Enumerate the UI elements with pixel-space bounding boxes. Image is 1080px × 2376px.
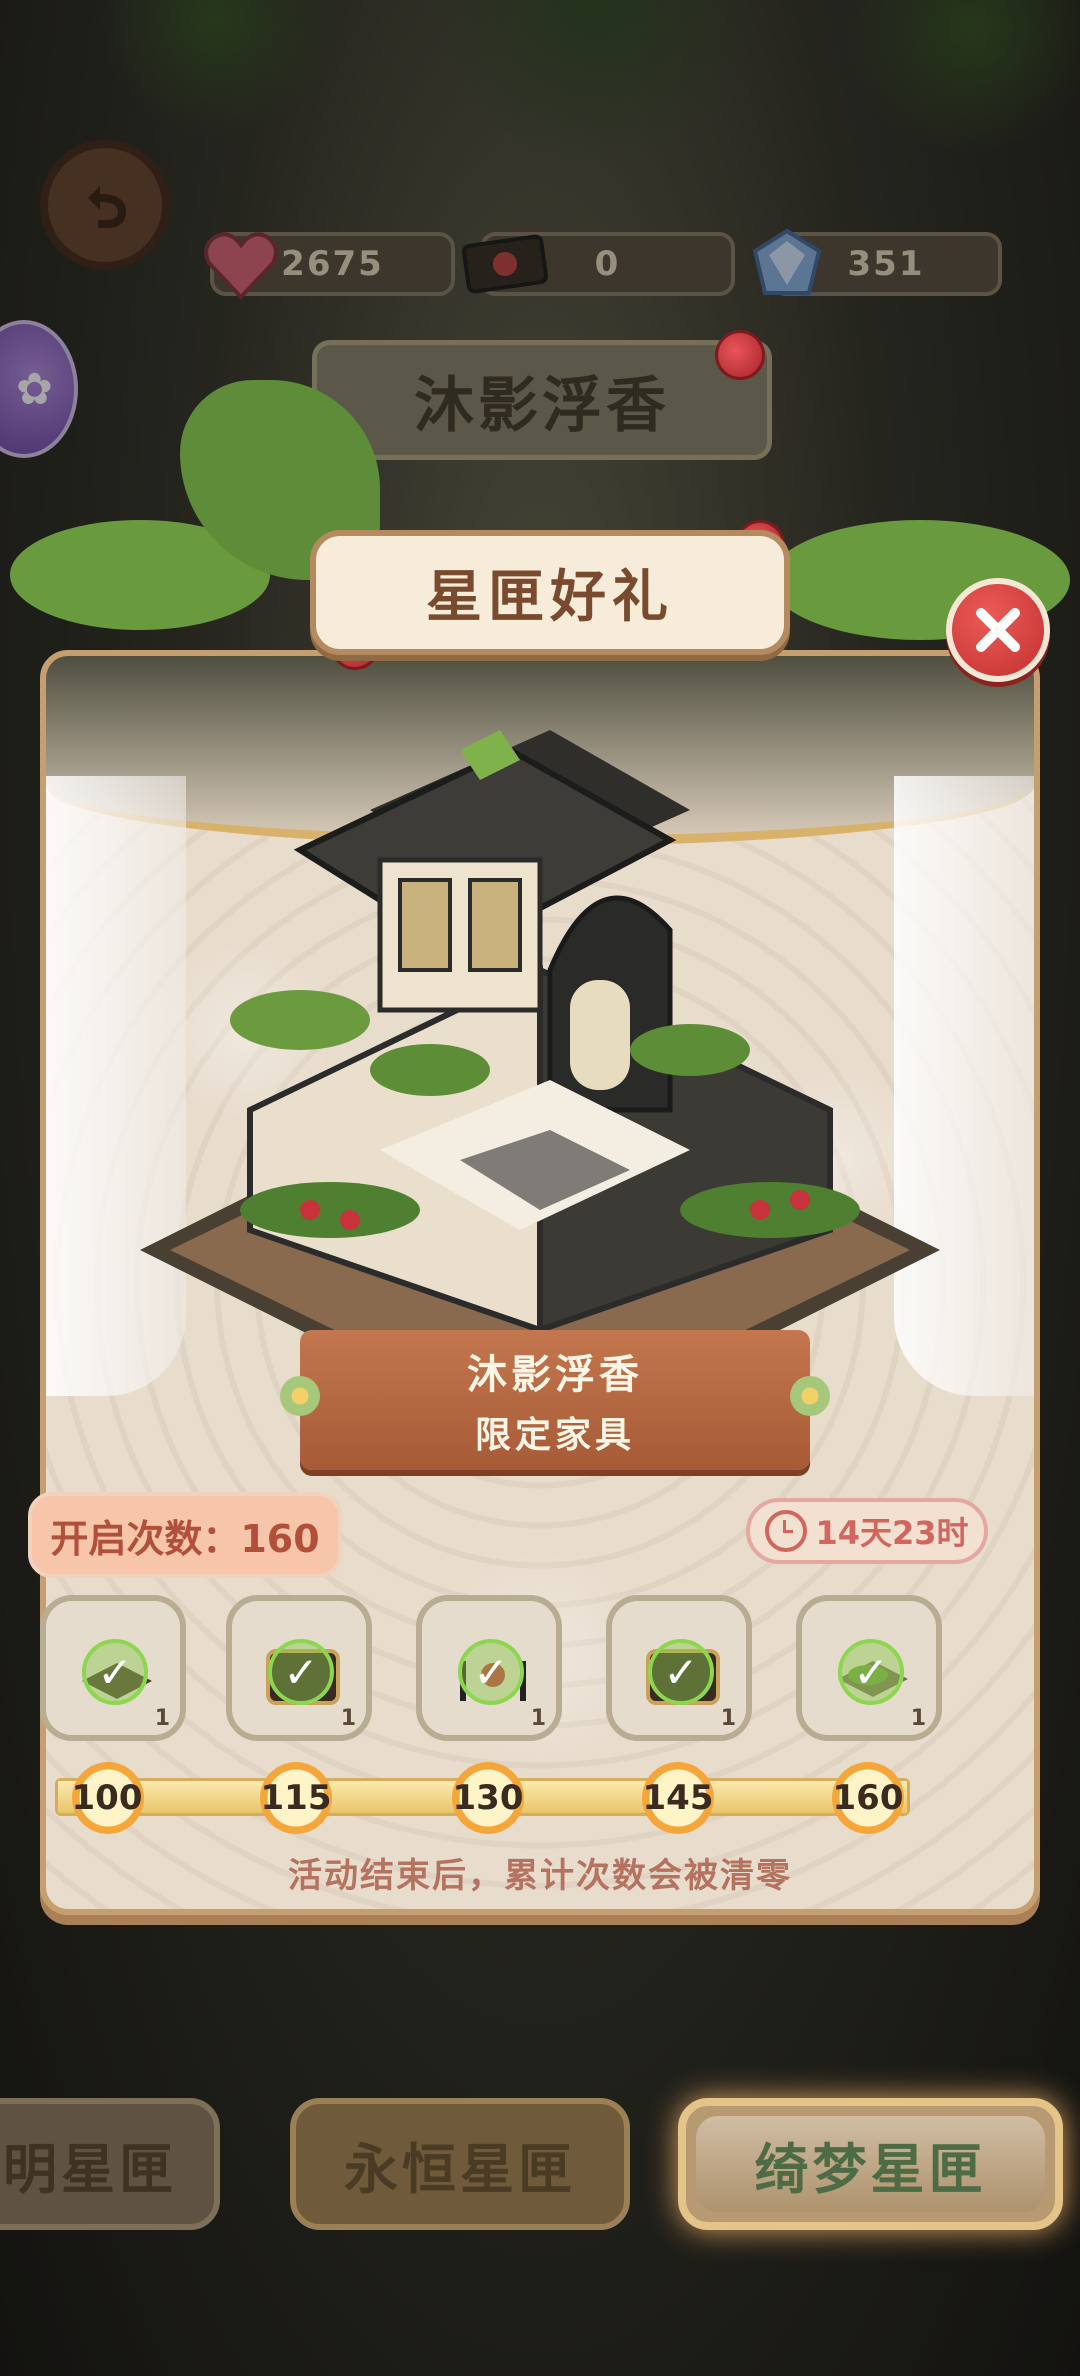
tab-label: 绮梦星匣 (754, 2137, 987, 2201)
flower-decoration (790, 1376, 830, 1416)
open-count-text: 开启次数：160 (50, 1516, 320, 1561)
tab-yongheng-xingxia[interactable]: 永恒星匣 (290, 2098, 630, 2230)
milestone-label: 115 (260, 1778, 332, 1818)
milestone-label: 145 (642, 1778, 714, 1818)
reward-card[interactable]: ✓ 1 (226, 1595, 372, 1741)
modal-title: 星匣好礼 (426, 565, 674, 630)
tab-label: 明星匣 (3, 2137, 177, 2201)
reward-card[interactable]: ✓ 1 (796, 1595, 942, 1741)
ribbon-title: 沐影浮香 (467, 1352, 643, 1398)
reward-qty: 1 (154, 1706, 170, 1731)
claimed-check-icon: ✓ (838, 1639, 904, 1705)
milestone-label: 130 (452, 1778, 524, 1818)
reward-card[interactable]: ✓ 1 (416, 1595, 562, 1741)
close-button[interactable] (946, 578, 1050, 682)
close-icon (976, 608, 1020, 652)
reward-card[interactable]: ✓ 1 (40, 1595, 186, 1741)
reward-qty: 1 (340, 1706, 356, 1731)
ribbon-subtitle: 限定家具 (474, 1415, 635, 1456)
claimed-check-icon: ✓ (648, 1639, 714, 1705)
clock-icon (765, 1510, 808, 1552)
reward-card[interactable]: ✓ 1 (606, 1595, 752, 1741)
timer-text: 14天23时 (815, 1514, 969, 1552)
tab-qimeng-xingxia[interactable]: 绮梦星匣 (678, 2098, 1063, 2230)
reset-notice: 活动结束后，累计次数会被清零 (288, 1856, 792, 1896)
tab-ming-xingxia[interactable]: 明星匣 (0, 2098, 220, 2230)
tab-label: 永恒星匣 (344, 2137, 576, 2201)
reward-qty: 1 (720, 1706, 736, 1731)
milestone-label: 100 (71, 1778, 143, 1818)
claimed-check-icon: ✓ (82, 1639, 148, 1705)
limited-furniture-ribbon: 沐影浮香 限定家具 (280, 1330, 830, 1470)
house-illustration (140, 730, 940, 1340)
flower-decoration (280, 1376, 320, 1416)
milestone-label: 160 (832, 1778, 904, 1818)
open-count-badge: 开启次数：160 (28, 1492, 342, 1578)
reward-qty: 1 (910, 1706, 926, 1731)
claimed-check-icon: ✓ (268, 1639, 334, 1705)
claimed-check-icon: ✓ (458, 1639, 524, 1705)
event-timer-pill: 14天23时 (746, 1498, 988, 1564)
rose-decoration (715, 330, 765, 380)
modal-title-plaque: 星匣好礼 (310, 530, 790, 655)
reward-qty: 1 (530, 1706, 546, 1731)
